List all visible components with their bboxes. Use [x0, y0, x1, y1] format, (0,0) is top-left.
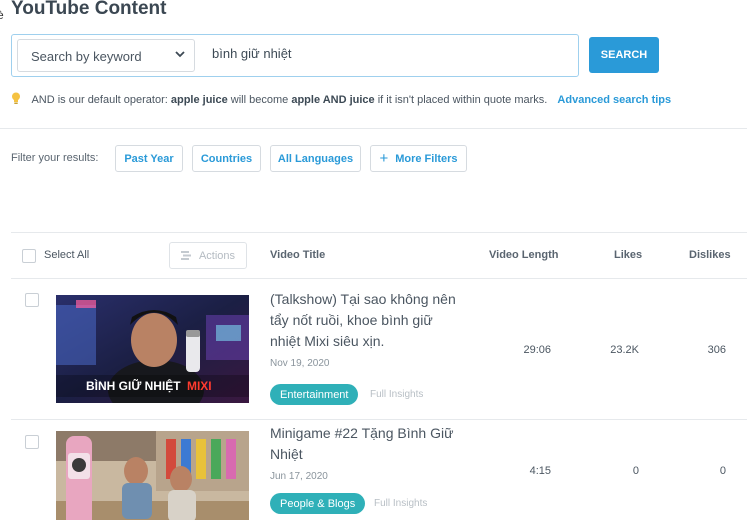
filter-countries-button[interactable]: Countries: [192, 145, 261, 172]
filter-languages-button[interactable]: All Languages: [270, 145, 361, 172]
table-header: Select All Actions Video Title Video Len…: [11, 233, 747, 279]
more-filters-label: More Filters: [395, 152, 458, 165]
video-title-link[interactable]: (Talkshow) Tại sao không nên tẩy nốt ruồ…: [270, 289, 465, 352]
category-tag[interactable]: Entertainment: [270, 384, 359, 405]
hint-suffix: if it isn't placed within quote marks.: [377, 94, 548, 106]
column-dislikes[interactable]: Dislikes: [689, 249, 731, 261]
search-button[interactable]: SEARCH: [589, 37, 659, 73]
video-dislikes: 306: [707, 344, 726, 356]
lightbulb-icon: [12, 92, 20, 104]
search-mode-label: Search by keyword: [31, 49, 142, 64]
video-title-link[interactable]: Minigame #22 Tặng Bình Giữ Nhiệt: [270, 423, 465, 465]
row-checkbox[interactable]: [25, 293, 39, 307]
thumbnail-caption-accent: MIXI: [186, 379, 212, 393]
full-insights-link[interactable]: Full Insights: [370, 389, 423, 400]
filter-past-year-button[interactable]: Past Year: [115, 145, 183, 172]
chevron-down-icon: [175, 51, 185, 58]
row-checkbox[interactable]: [25, 435, 39, 449]
page-title: YouTube Content: [11, 0, 167, 19]
thumbnail-caption: BÌNH GIỮ NHIỆT MIXI: [86, 379, 212, 393]
full-insights-link[interactable]: Full Insights: [374, 498, 427, 509]
select-all-label: Select All: [44, 249, 90, 261]
hint-example-b: apple AND juice: [291, 94, 375, 106]
column-likes[interactable]: Likes: [614, 249, 642, 261]
video-date: Jun 17, 2020: [270, 471, 328, 482]
video-likes: 0: [632, 465, 639, 477]
divider: [0, 128, 747, 129]
edge-glyph: è: [0, 8, 4, 22]
table-row: BÌNH GIỮ NHIỆT MIXI (Talkshow) Tại sao k…: [11, 279, 747, 420]
video-length: 29:06: [523, 344, 551, 356]
video-dislikes: 0: [719, 465, 726, 477]
table-row: Minigame #22 Tặng Bình Giữ Nhiệt Jun 17,…: [11, 420, 747, 520]
search-hint: AND is our default operator: apple juice…: [11, 92, 671, 106]
video-likes: 23.2K: [610, 344, 639, 356]
actions-label: Actions: [198, 249, 236, 262]
results-table: Select All Actions Video Title Video Len…: [11, 232, 747, 520]
hint-middle: will become: [230, 94, 289, 106]
list-icon: [180, 251, 191, 260]
more-filters-button[interactable]: + More Filters: [370, 145, 467, 172]
video-date: Nov 19, 2020: [270, 358, 330, 369]
filter-label: Filter your results:: [11, 152, 99, 164]
hint-prefix: AND is our default operator:: [31, 94, 168, 106]
search-box: Search by keyword bình giữ nhiệt: [11, 34, 579, 77]
select-all-checkbox[interactable]: [22, 249, 36, 263]
column-video-length[interactable]: Video Length: [489, 249, 558, 261]
category-tag[interactable]: People & Blogs: [270, 493, 366, 514]
search-input[interactable]: bình giữ nhiệt: [212, 46, 292, 61]
hint-example-a: apple juice: [170, 94, 228, 106]
video-thumbnail[interactable]: [56, 431, 249, 520]
search-mode-select[interactable]: Search by keyword: [17, 39, 195, 72]
thumbnail-image: [56, 431, 249, 520]
video-length: 4:15: [529, 465, 551, 477]
advanced-search-tips-link[interactable]: Advanced search tips: [557, 94, 671, 106]
actions-button[interactable]: Actions: [169, 242, 247, 269]
column-video-title[interactable]: Video Title: [270, 249, 325, 261]
plus-icon: +: [379, 150, 389, 167]
video-thumbnail[interactable]: BÌNH GIỮ NHIỆT MIXI: [56, 295, 249, 403]
thumbnail-caption-main: BÌNH GIỮ NHIỆT: [86, 379, 181, 393]
